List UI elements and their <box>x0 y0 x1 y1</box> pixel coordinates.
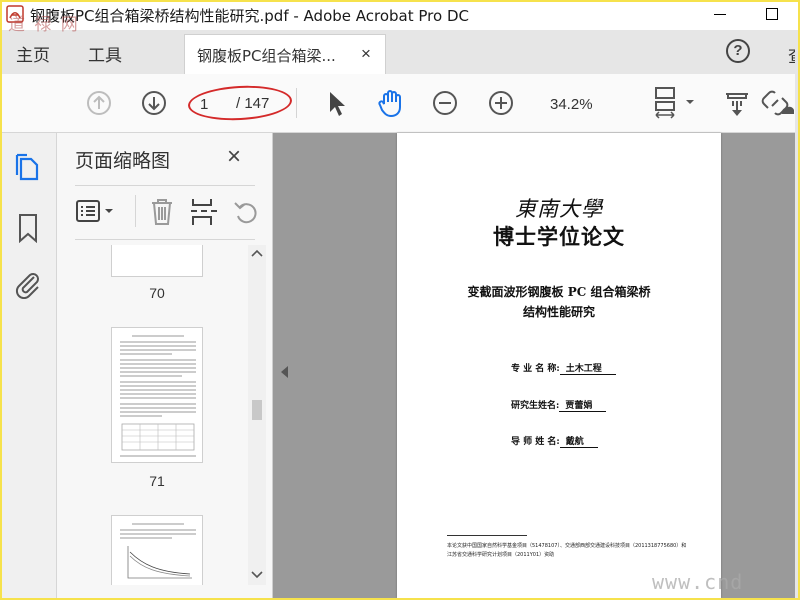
thumbnail-options-icon[interactable] <box>75 199 119 225</box>
panel-divider <box>75 185 255 186</box>
page-thumbnails-icon[interactable] <box>15 153 41 183</box>
document-tab-label: 钢腹板PC组合箱梁... <box>197 47 336 65</box>
thumbnail-page-71[interactable] <box>111 327 203 463</box>
previous-page-icon[interactable] <box>86 90 112 116</box>
thumbnail-label-71: 71 <box>149 473 165 489</box>
insert-page-icon[interactable] <box>190 197 218 227</box>
main-toolbar: / 147 34.2% <box>2 74 798 133</box>
maximize-button[interactable] <box>754 2 790 26</box>
watermark-top-left: 道 禄 网 <box>8 15 80 35</box>
university-name: 東南大學 <box>515 197 603 221</box>
major-value: 土木工程 <box>559 361 616 375</box>
thumbnail-page-72[interactable] <box>111 515 203 585</box>
title-bar: 钢腹板PC组合箱梁桥结构性能研究.pdf - Adobe Acrobat Pro… <box>2 2 798 26</box>
thumbnail-page-70[interactable] <box>111 245 203 277</box>
advisor-label: 导 师 姓 名: <box>511 437 560 447</box>
thumbnails-panel-title: 页面缩略图 <box>75 150 171 172</box>
attachments-icon[interactable] <box>14 269 42 299</box>
zoom-out-icon[interactable] <box>432 90 458 116</box>
advisor-value: 戴航 <box>559 434 598 448</box>
bookmarks-icon[interactable] <box>17 213 39 243</box>
window-right-edge <box>795 30 798 598</box>
thumbnail-content <box>120 335 196 457</box>
page-thumbnails-panel: 页面缩略图 × 70 71 <box>57 133 273 598</box>
zoom-level[interactable]: 34.2% <box>550 96 593 113</box>
scroll-up-icon[interactable] <box>251 249 263 257</box>
student-value: 贾蕾娟 <box>559 398 607 412</box>
footnote-rule <box>447 535 527 536</box>
degree-title: 博士学位论文 <box>493 224 625 249</box>
fit-page-icon[interactable] <box>652 86 698 120</box>
thesis-title-line2: 结构性能研究 <box>522 305 595 319</box>
minimize-icon <box>714 13 726 15</box>
zoom-in-icon[interactable] <box>488 90 514 116</box>
thumbnail-scrollbar[interactable] <box>248 245 266 585</box>
panel-divider <box>75 239 255 240</box>
pdf-page: 東南大學 博士学位论文 变截面波形钢腹板 PC 组合箱梁桥 结构性能研究 专 业… <box>397 133 721 598</box>
watermark-bottom-right: www.cnd <box>652 570 744 594</box>
major-row: 专 业 名 称: 土木工程 <box>511 361 616 375</box>
thumbnail-content <box>120 523 196 579</box>
home-menu[interactable]: 主页 <box>16 41 50 66</box>
tab-bar: 主页 工具 钢腹板PC组合箱梁... × ? 查 <box>2 30 798 75</box>
footnote: 本论文获中国国家自然科学基金项目（51478107）、交通部西部交通建设科技项目… <box>447 543 687 558</box>
tools-menu[interactable]: 工具 <box>88 41 122 66</box>
scroll-down-icon[interactable] <box>251 571 263 579</box>
student-row: 研究生姓名: 贾蕾娟 <box>511 398 607 412</box>
minimize-button[interactable] <box>702 2 738 26</box>
help-icon[interactable]: ? <box>726 39 750 63</box>
annotation-ellipse <box>187 83 293 123</box>
scrollbar-thumb[interactable] <box>252 400 262 420</box>
thesis-title-line1: 变截面波形钢腹板 PC 组合箱梁桥 <box>467 285 651 299</box>
link-icon[interactable] <box>760 88 794 118</box>
window-title: 钢腹板PC组合箱梁桥结构性能研究.pdf - Adobe Acrobat Pro… <box>30 7 469 25</box>
maximize-icon <box>766 8 778 20</box>
delete-page-icon[interactable] <box>149 197 175 227</box>
tab-close-icon[interactable]: × <box>361 44 371 64</box>
hand-tool-icon[interactable] <box>376 88 406 118</box>
scan-icon[interactable] <box>724 88 750 118</box>
rotate-page-icon[interactable] <box>232 199 260 227</box>
collapse-panel-icon[interactable] <box>281 366 288 378</box>
student-label: 研究生姓名: <box>511 401 560 411</box>
next-page-icon[interactable] <box>141 90 167 116</box>
thumbnail-label-70: 70 <box>149 285 165 301</box>
left-tool-rail <box>2 133 57 598</box>
toolbar-separator <box>296 88 297 118</box>
document-tab[interactable]: 钢腹板PC组合箱梁... × <box>184 34 386 75</box>
close-panel-icon[interactable]: × <box>227 143 241 171</box>
panel-toolbar-separator <box>135 195 136 227</box>
acrobat-window: 钢腹板PC组合箱梁桥结构性能研究.pdf - Adobe Acrobat Pro… <box>2 2 798 598</box>
select-cursor-icon[interactable] <box>326 90 348 118</box>
major-label: 专 业 名 称: <box>511 364 560 374</box>
advisor-row: 导 师 姓 名: 戴航 <box>511 434 598 448</box>
